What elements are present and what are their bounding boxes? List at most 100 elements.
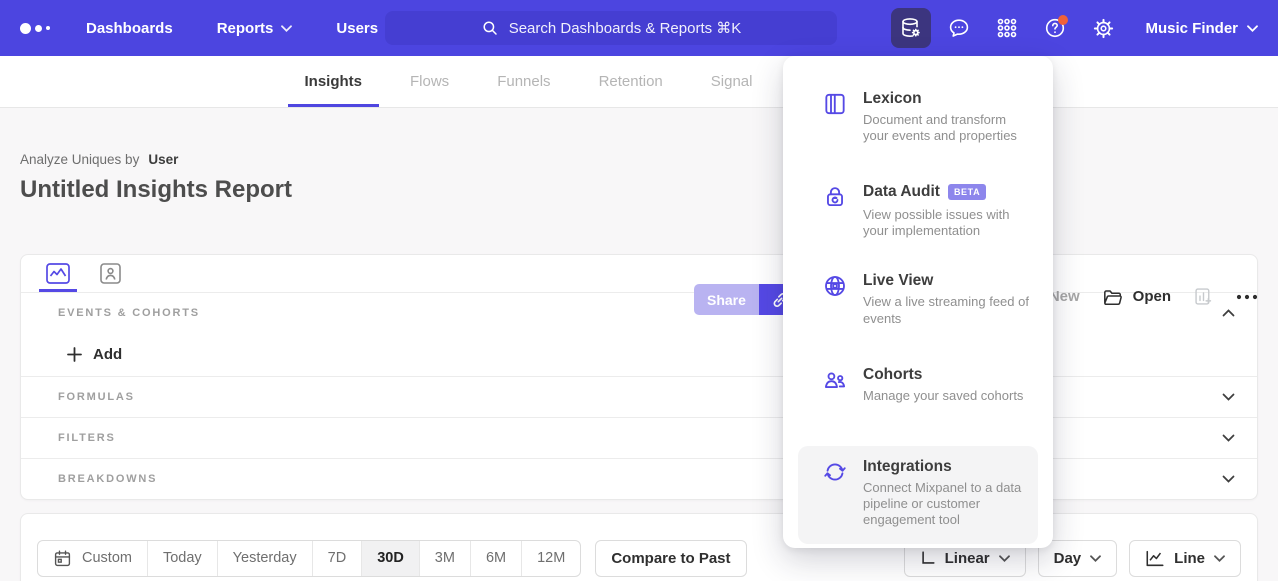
nav-dashboards[interactable]: Dashboards — [86, 20, 173, 37]
grid-dots-icon — [995, 16, 1019, 40]
tab-retention-label: Retention — [599, 73, 663, 90]
chevron-down-icon — [1222, 434, 1235, 442]
menu-item-integrations[interactable]: Integrations Connect Mixpanel to a data … — [798, 446, 1038, 544]
open-report-button[interactable]: Open — [1102, 287, 1171, 307]
chart-add-icon — [1193, 286, 1214, 307]
report-title[interactable]: Untitled Insights Report — [20, 176, 1258, 204]
tab-flows-label: Flows — [410, 73, 449, 90]
granularity-select[interactable]: Day — [1038, 540, 1118, 577]
report-header: Analyze Uniques byUser Untitled Insights… — [0, 108, 1278, 204]
collapse-section-button[interactable] — [1222, 309, 1235, 317]
chevron-down-icon — [1222, 393, 1235, 401]
data-audit-lock-icon — [822, 184, 848, 210]
date-range-custom[interactable]: Custom — [38, 541, 147, 576]
date-range-30d-label: 30D — [377, 550, 404, 566]
folder-icon — [1102, 287, 1124, 307]
add-event-button[interactable]: Add — [21, 333, 1257, 376]
apps-grid-button[interactable] — [987, 8, 1027, 48]
live-view-globe-icon — [822, 273, 848, 299]
filters-label: FILTERS — [58, 432, 116, 444]
breakdowns-section-header[interactable]: BREAKDOWNS — [21, 458, 1257, 499]
date-range-3m[interactable]: 3M — [419, 541, 470, 576]
calendar-icon — [53, 549, 72, 568]
data-management-button[interactable] — [891, 8, 931, 48]
date-range-12m-label: 12M — [537, 550, 565, 566]
feedback-button[interactable] — [939, 8, 979, 48]
formulas-label: FORMULAS — [58, 391, 135, 403]
integrations-description: Connect Mixpanel to a data pipeline or c… — [863, 480, 1029, 528]
chevron-down-icon — [1214, 555, 1225, 562]
filters-section-header[interactable]: FILTERS — [21, 417, 1257, 458]
nav-reports[interactable]: Reports — [217, 20, 293, 37]
nav-users[interactable]: Users — [336, 20, 378, 37]
scale-select-label: Linear — [945, 550, 990, 567]
tab-flows[interactable]: Flows — [393, 56, 466, 107]
menu-item-live-view[interactable]: Live View View a live streaming feed of … — [798, 260, 1038, 338]
users-view-tab[interactable] — [89, 255, 131, 292]
line-chart-tab-icon — [46, 263, 70, 284]
date-range-6m[interactable]: 6M — [470, 541, 521, 576]
integrations-sync-icon — [822, 459, 848, 485]
menu-item-lexicon[interactable]: Lexicon Document and transform your even… — [798, 78, 1038, 156]
report-tab-bar: Insights Flows Funnels Retention Signal … — [0, 56, 1278, 108]
lexicon-description: Document and transform your events and p… — [863, 112, 1029, 144]
add-to-dashboard-button[interactable] — [1193, 286, 1214, 307]
cohorts-description: Manage your saved cohorts — [863, 388, 1023, 404]
date-range-30d[interactable]: 30D — [361, 541, 419, 576]
granularity-select-label: Day — [1054, 550, 1082, 567]
tab-signal-label: Signal — [711, 73, 753, 90]
date-range-7d[interactable]: 7D — [312, 541, 362, 576]
data-tools-dropdown: Lexicon Document and transform your even… — [783, 56, 1053, 548]
cohorts-people-icon — [822, 367, 848, 393]
events-cohorts-label: EVENTS & COHORTS — [58, 307, 200, 319]
help-button[interactable] — [1035, 8, 1075, 48]
data-audit-description: View possible issues with your implement… — [863, 207, 1029, 239]
date-range-yesterday[interactable]: Yesterday — [217, 541, 312, 576]
top-nav: Dashboards Reports Users Search Dashboar… — [0, 0, 1278, 56]
line-chart-icon — [1145, 550, 1165, 567]
report-subtitle: Analyze Uniques byUser — [20, 152, 1258, 167]
nav-users-label: Users — [336, 20, 378, 37]
database-gear-icon — [899, 16, 923, 40]
share-button[interactable]: Share — [694, 284, 759, 315]
subtitle-value-selector[interactable]: User — [148, 152, 178, 167]
more-dots-icon — [1236, 294, 1258, 300]
tab-funnels-label: Funnels — [497, 73, 550, 90]
nav-dashboards-label: Dashboards — [86, 20, 173, 37]
menu-item-cohorts[interactable]: Cohorts Manage your saved cohorts — [798, 354, 1038, 416]
date-range-today[interactable]: Today — [147, 541, 217, 576]
tab-funnels[interactable]: Funnels — [480, 56, 567, 107]
menu-item-data-audit[interactable]: Data Audit BETA View possible issues wit… — [798, 171, 1038, 251]
open-button-label: Open — [1133, 288, 1171, 305]
project-switcher[interactable]: Music Finder — [1145, 20, 1258, 37]
date-range-7d-label: 7D — [328, 550, 347, 566]
live-view-description: View a live streaming feed of events — [863, 294, 1029, 326]
settings-button[interactable] — [1083, 8, 1123, 48]
chart-type-select[interactable]: Line — [1129, 540, 1241, 577]
tab-insights[interactable]: Insights — [288, 56, 380, 107]
new-button-label: New — [1049, 288, 1080, 305]
more-options-button[interactable] — [1236, 294, 1258, 300]
tab-insights-label: Insights — [305, 73, 363, 90]
gear-icon — [1092, 17, 1115, 40]
search-input[interactable]: Search Dashboards & Reports ⌘K — [385, 11, 837, 45]
project-name: Music Finder — [1145, 20, 1238, 37]
date-range-12m[interactable]: 12M — [521, 541, 580, 576]
tab-retention[interactable]: Retention — [582, 56, 680, 107]
date-range-yesterday-label: Yesterday — [233, 550, 297, 566]
chevron-down-icon — [1222, 475, 1235, 483]
cohorts-title: Cohorts — [863, 366, 1023, 384]
compare-to-past-button[interactable]: Compare to Past — [595, 540, 746, 577]
live-view-title: Live View — [863, 272, 1029, 290]
date-range-3m-label: 3M — [435, 550, 455, 566]
nav-reports-label: Reports — [217, 20, 274, 37]
linear-axes-icon — [920, 550, 936, 566]
tab-signal[interactable]: Signal — [694, 56, 770, 107]
date-range-selector: Custom Today Yesterday 7D 30D 3M 6M 12M — [37, 540, 581, 577]
add-button-label: Add — [93, 346, 122, 363]
mixpanel-logo-icon[interactable] — [20, 23, 50, 34]
metrics-view-tab[interactable] — [37, 255, 79, 292]
formulas-section-header[interactable]: FORMULAS — [21, 376, 1257, 417]
search-icon — [481, 19, 499, 37]
chevron-up-icon — [1222, 309, 1235, 317]
